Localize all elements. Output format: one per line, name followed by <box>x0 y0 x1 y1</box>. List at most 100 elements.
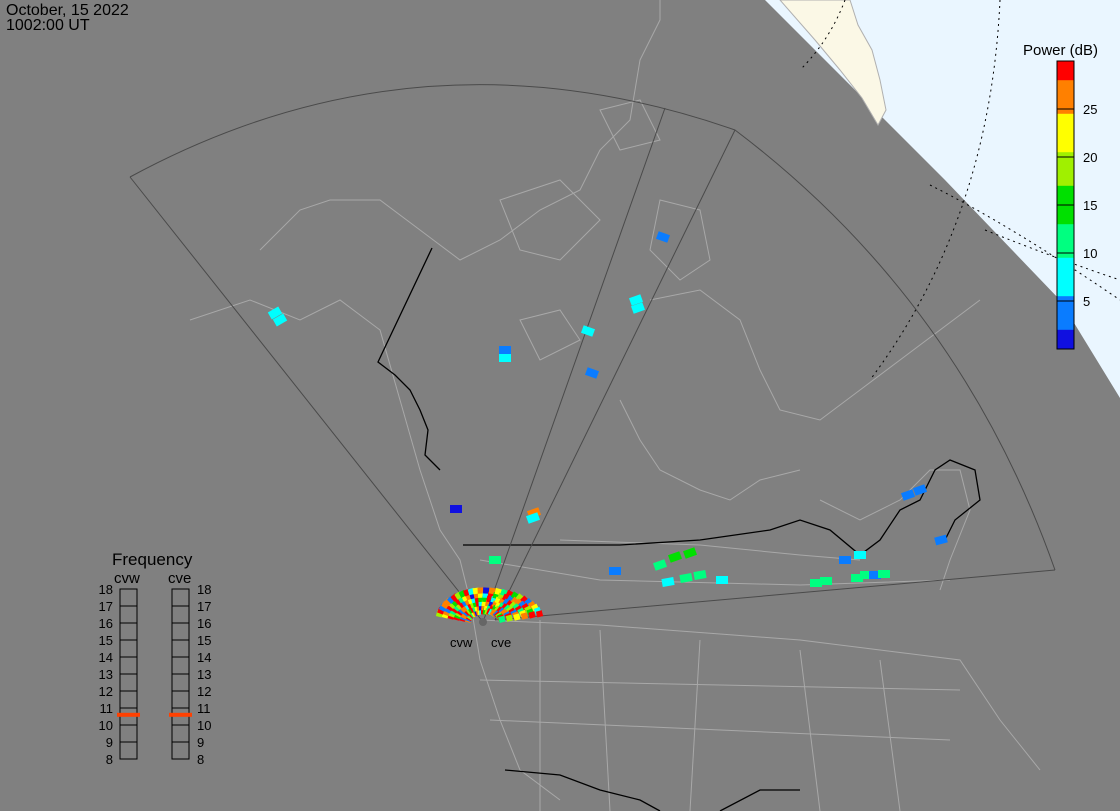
colorbar-segment <box>1057 219 1074 225</box>
colorbar-segment <box>1057 320 1074 326</box>
echo-cell <box>912 484 928 496</box>
time-label: 1002:00 UT <box>6 17 90 34</box>
colorbar-segment <box>1057 70 1074 76</box>
frequency-scale-label: 11 <box>100 701 114 716</box>
colorbar-segment <box>1057 243 1074 249</box>
frequency-marker <box>169 712 192 717</box>
echo-cell <box>667 551 683 563</box>
frequency-scale-label: 12 <box>99 684 113 699</box>
colorbar-segment <box>1057 224 1074 230</box>
colorbar-segment <box>1057 229 1074 235</box>
colorbar-segment <box>1057 339 1074 345</box>
colorbar-segment <box>1057 80 1074 86</box>
frequency-scale-label: 17 <box>99 599 113 614</box>
site-label-cve: cve <box>491 635 511 650</box>
colorbar-segment <box>1057 147 1074 153</box>
colorbar-segment <box>1057 128 1074 134</box>
colorbar-segment <box>1057 209 1074 216</box>
colorbar-segment <box>1057 171 1074 177</box>
frequency-scale-label: 11 <box>197 701 211 716</box>
colorbar-segment <box>1057 272 1074 278</box>
echo-cell <box>661 577 675 587</box>
colorbar-segment <box>1057 253 1074 259</box>
freq-radar-cvw: cvw <box>114 570 140 587</box>
colorbar-segment <box>1057 329 1074 336</box>
colorbar-segment <box>1057 137 1074 144</box>
echo-cell <box>652 559 668 571</box>
colorbar-segment <box>1057 75 1074 81</box>
frequency-marker <box>117 712 140 717</box>
echo-cell <box>854 551 866 559</box>
frequency-scale-label: 16 <box>197 616 211 631</box>
echo-cell <box>489 556 501 564</box>
echo-cell <box>580 325 596 337</box>
colorbar-segment <box>1057 157 1074 163</box>
colorbar-segment <box>1057 205 1074 211</box>
frequency-scale-label: 10 <box>99 718 113 733</box>
colorbar-segment <box>1057 305 1074 312</box>
colorbar-title: Power (dB) <box>1023 42 1098 59</box>
frequency-scale-label: 8 <box>106 752 113 767</box>
echo-cell <box>655 231 671 243</box>
frequency-scale-label: 12 <box>197 684 211 699</box>
colorbar-tick-label: 25 <box>1083 102 1097 117</box>
colorbar-segment <box>1057 118 1074 124</box>
frequency-scale-label: 13 <box>197 667 211 682</box>
frequency-scale-label: 9 <box>197 735 204 750</box>
colorbar-segment <box>1057 214 1074 220</box>
colorbar-segment <box>1057 142 1074 148</box>
echo-cell <box>609 567 621 575</box>
frequency-scale-label: 15 <box>197 633 211 648</box>
colorbar-segment <box>1057 257 1074 264</box>
colorbar-segment <box>1057 109 1074 115</box>
colorbar-segment <box>1057 185 1074 192</box>
echo-cell <box>584 367 600 379</box>
colorbar-segment <box>1057 99 1074 105</box>
freq-radar-cve: cve <box>168 570 191 587</box>
colorbar-segment <box>1057 310 1074 316</box>
borders <box>377 247 981 811</box>
frequency-scale-label: 15 <box>99 633 113 648</box>
echo-cell <box>900 489 916 501</box>
echo-cell <box>934 534 948 546</box>
colorbar-segment <box>1057 291 1074 297</box>
colorbar-segment <box>1057 325 1074 331</box>
colorbar-segment <box>1057 267 1074 273</box>
site-label-cvw: cvw <box>450 635 473 650</box>
colorbar-segment <box>1057 195 1074 201</box>
echo-cell <box>820 577 832 585</box>
frequency-scale-label: 9 <box>106 735 113 750</box>
colorbar-segment <box>1057 233 1074 240</box>
echo-cell <box>693 570 707 580</box>
colorbar-tick-label: 15 <box>1083 198 1097 213</box>
colorbar-segment <box>1057 166 1074 172</box>
colorbar-segment <box>1057 133 1074 139</box>
colorbar-segment <box>1057 113 1074 120</box>
frequency-panel: Frequency cvw cve 18 17 16 15 14 13 12 11 10 9 8 18… <box>99 550 212 767</box>
colorbar-segment <box>1057 89 1074 96</box>
frequency-scale-label: 14 <box>197 650 211 665</box>
echo-cell <box>679 573 693 583</box>
colorbar-segment <box>1057 65 1074 72</box>
colorbar-segment <box>1057 301 1074 307</box>
echo-cell <box>839 556 851 564</box>
colorbar-segment <box>1057 190 1074 196</box>
colorbar-segment <box>1057 238 1074 244</box>
frequency-scale-label: 14 <box>99 650 113 665</box>
echo-cell <box>450 505 462 513</box>
colorbar-tick-label: 5 <box>1083 294 1090 309</box>
colorbar-segment <box>1057 281 1074 288</box>
radar-map: cvw cve October, 15 2022 1002:00 UT Powe… <box>0 0 1120 811</box>
colorbar-segment <box>1057 176 1074 182</box>
colorbar-segment <box>1057 61 1074 67</box>
echo-cell <box>499 354 511 362</box>
echo-cell <box>716 576 728 584</box>
colorbar-segment <box>1057 123 1074 129</box>
colorbar-segment <box>1057 277 1074 283</box>
scatter-echoes <box>267 231 948 623</box>
colorbar-segment <box>1057 286 1074 292</box>
frequency-scale-label: 8 <box>197 752 204 767</box>
colorbar-tick-label: 10 <box>1083 246 1097 261</box>
colorbar-segment <box>1057 315 1074 321</box>
frequency-scale-label: 18 <box>99 582 113 597</box>
